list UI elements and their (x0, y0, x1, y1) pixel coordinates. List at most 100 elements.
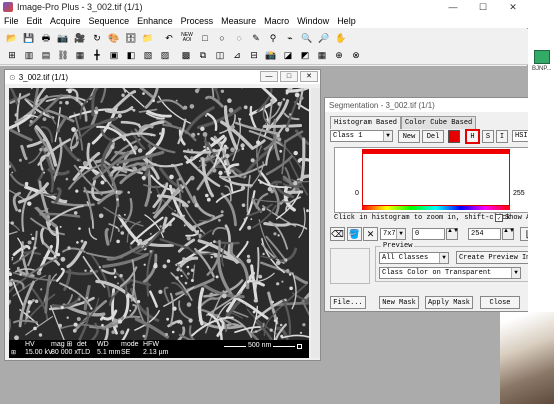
eraser-icon[interactable]: ⌫ (330, 227, 345, 241)
close-button[interactable]: ✕ (498, 0, 528, 14)
menu-enhance[interactable]: Enhance (137, 16, 173, 26)
cross-out-icon[interactable]: ✕ (363, 227, 378, 241)
open-icon[interactable]: 📂 (4, 30, 20, 46)
menu-file[interactable]: File (4, 16, 19, 26)
wd-value: 5.1 mm (97, 349, 121, 356)
report-icon[interactable]: ▦ (314, 48, 330, 64)
snapshot-icon[interactable]: 📸 (263, 48, 279, 64)
menu-bar: File Edit Acquire Sequence Enhance Proce… (0, 14, 528, 28)
bucket-icon[interactable]: 🪣 (347, 227, 362, 241)
segmentation-dialog[interactable]: Segmentation - 3_002.tif (1/1) Histogram… (324, 97, 554, 312)
sem-image[interactable]: HV mag ⊞ det WD mode HFW ⊞ 15.00 kV 80 0… (9, 88, 309, 358)
save-icon[interactable]: 💾 (21, 30, 37, 46)
tab-histogram-based[interactable]: Histogram Based (330, 116, 402, 129)
line-profile-icon[interactable]: ⊿ (229, 48, 245, 64)
folder-icon[interactable]: 📁 (140, 30, 156, 46)
file-button[interactable]: File... (330, 296, 366, 309)
image-scrollbar[interactable] (311, 88, 320, 358)
class-color-swatch[interactable] (448, 130, 460, 143)
det-value: TLD (77, 349, 91, 356)
wand-icon[interactable]: ⌁ (282, 30, 298, 46)
segmentation-titlebar[interactable]: Segmentation - 3_002.tif (1/1) (325, 98, 553, 112)
bars-icon[interactable]: ▥ (21, 48, 37, 64)
menu-measure[interactable]: Measure (221, 16, 256, 26)
layers-icon[interactable]: ▣ (106, 48, 122, 64)
delete-class-button[interactable]: Del (422, 130, 444, 143)
close-dialog-button[interactable]: Close (480, 296, 520, 309)
preview-mode-select[interactable]: Class Color on Transparent ▼ (379, 267, 521, 279)
histogram-hint: Click in histogram to zoom in, shift-cli… (334, 214, 511, 222)
image-window-icon: ⊙ (9, 72, 16, 82)
measure-icon[interactable]: ◫ (212, 48, 228, 64)
preview-classes-select[interactable]: All Classes ▼ (379, 252, 449, 264)
freehand-icon[interactable]: ✎ (248, 30, 264, 46)
app-title: Image-Pro Plus - 3_002.tif (1/1) (17, 2, 143, 12)
plugin-icon[interactable]: ⊗ (348, 48, 364, 64)
deconvolve-icon[interactable]: ◪ (280, 48, 296, 64)
channel-h-button[interactable]: H (465, 129, 480, 144)
camera-icon[interactable]: 📷 (55, 30, 71, 46)
kernel-size-select[interactable]: 7x7 ▼ (380, 228, 406, 240)
menu-acquire[interactable]: Acquire (50, 16, 81, 26)
range-max-field[interactable]: 254 (468, 228, 501, 240)
crosshair-icon[interactable]: ╋ (89, 48, 105, 64)
paint-icon[interactable]: 🎨 (106, 30, 122, 46)
image-close-button[interactable]: ✕ (300, 71, 318, 82)
menu-process[interactable]: Process (181, 16, 214, 26)
tile-icon[interactable]: ▧ (140, 48, 156, 64)
print-icon[interactable]: 🖶 (38, 30, 54, 46)
threshold-icon[interactable]: ▤ (38, 48, 54, 64)
image-window[interactable]: ⊙ 3_002.tif (1/1) — □ ✕ HV mag ⊞ det WD (4, 69, 321, 361)
new-class-button[interactable]: New (398, 130, 420, 143)
new-mask-button[interactable]: New Mask (379, 296, 419, 309)
eyedropper-icon[interactable]: ⚲ (265, 30, 281, 46)
show-all-check[interactable]: ✓ (495, 214, 503, 222)
rotate-icon[interactable]: ↻ (89, 30, 105, 46)
new-aoi-button[interactable]: NEW AOI (178, 30, 196, 46)
filter-icon[interactable]: ▦ (72, 48, 88, 64)
count-icon[interactable]: ▩ (178, 48, 194, 64)
database-icon[interactable]: 🗄 (123, 30, 139, 46)
image-window-title: 3_002.tif (1/1) (18, 72, 69, 82)
menu-help[interactable]: Help (337, 16, 356, 26)
menu-window[interactable]: Window (297, 16, 329, 26)
calibrate-icon[interactable]: ⊟ (246, 48, 262, 64)
zoom-out-icon[interactable]: 🔎 (316, 30, 332, 46)
segment-icon[interactable]: ⧉ (195, 48, 211, 64)
grid-icon[interactable]: ⊞ (4, 48, 20, 64)
menu-macro[interactable]: Macro (264, 16, 289, 26)
image-window-titlebar[interactable]: ⊙ 3_002.tif (1/1) — □ ✕ (5, 70, 320, 84)
histogram-icon[interactable]: ▨ (157, 48, 173, 64)
apply-mask-button[interactable]: Apply Mask (425, 296, 473, 309)
maximize-button[interactable]: ☐ (468, 0, 498, 14)
undo-icon[interactable]: ↶ (161, 30, 177, 46)
range-min-field[interactable]: 0 (412, 228, 445, 240)
polygon-icon[interactable]: ◌ (231, 30, 247, 46)
tab-color-cube-based[interactable]: Color Cube Based (401, 116, 477, 129)
channel-s-button[interactable]: S (482, 130, 494, 143)
menu-sequence[interactable]: Sequence (89, 16, 130, 26)
minimize-button[interactable]: — (438, 0, 468, 14)
title-bar: Image-Pro Plus - 3_002.tif (1/1) — ☐ ✕ (0, 0, 528, 14)
extended-focus-icon[interactable]: ◩ (297, 48, 313, 64)
image-minimize-button[interactable]: — (260, 71, 278, 82)
macro-icon[interactable]: ⊕ (331, 48, 347, 64)
channel-i-button[interactable]: I (496, 130, 508, 143)
ellipse-icon[interactable]: ○ (214, 30, 230, 46)
overlay-icon[interactable]: ◧ (123, 48, 139, 64)
pan-icon[interactable]: ✋ (333, 30, 349, 46)
class-select[interactable]: Class 1 ▼ (330, 130, 393, 142)
rectangle-icon[interactable]: □ (197, 30, 213, 46)
histogram-plot[interactable] (362, 149, 510, 206)
range-min-spinner[interactable]: ▲▼ (446, 228, 459, 240)
link-icon[interactable]: ⛓ (55, 48, 71, 64)
range-max-spinner[interactable]: ▲▼ (502, 228, 515, 240)
histogram-area[interactable]: 0 255 (334, 147, 542, 213)
histogram-selection (363, 150, 509, 154)
menu-edit[interactable]: Edit (27, 16, 43, 26)
mag-header: mag ⊞ (51, 341, 73, 348)
image-maximize-button[interactable]: □ (280, 71, 298, 82)
video-icon[interactable]: 🎥 (72, 30, 88, 46)
zoom-in-icon[interactable]: 🔍 (299, 30, 315, 46)
desktop-file-icon[interactable] (534, 50, 550, 64)
